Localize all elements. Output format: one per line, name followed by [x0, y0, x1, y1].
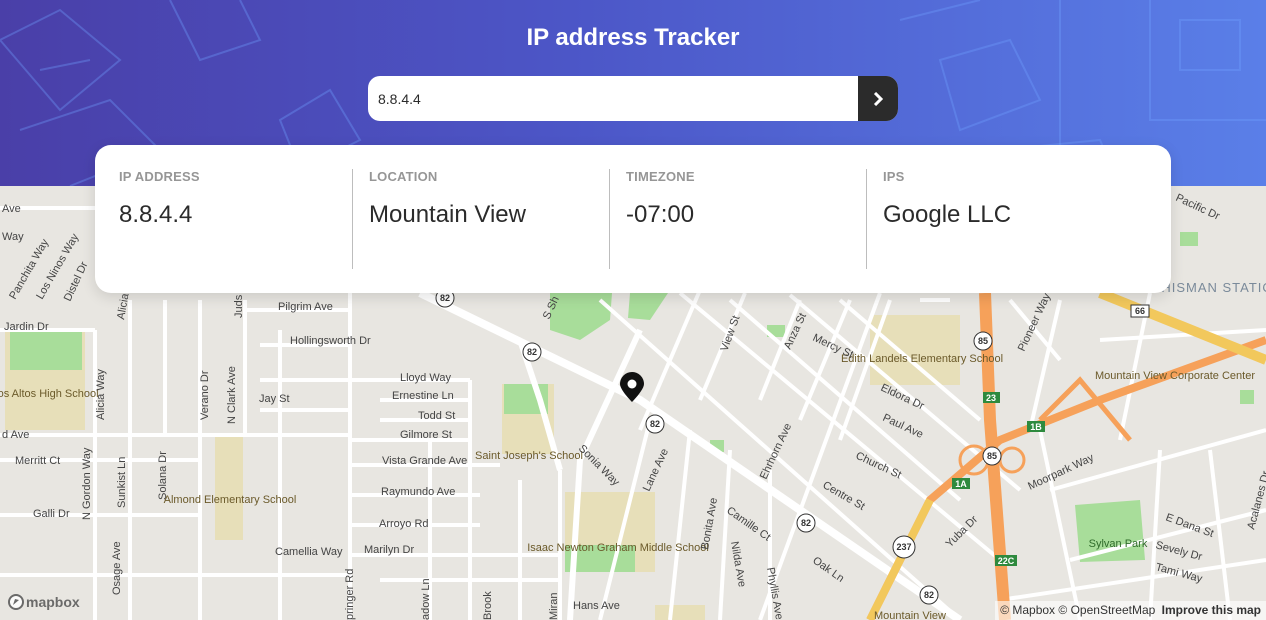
chevron-right-icon	[873, 91, 883, 106]
exit-1a: 1A	[952, 478, 970, 489]
street-hollingsworth-dr: Hollingsworth Dr	[290, 335, 371, 347]
street-n-clark-ave: N Clark Ave	[226, 366, 238, 424]
location-section: LOCATION Mountain View	[352, 169, 609, 269]
ip-address-section: IP ADDRESS 8.8.4.4	[95, 169, 352, 269]
street-ernestine-ln: Ernestine Ln	[392, 390, 454, 402]
street-pilgrim-ave: Pilgrim Ave	[278, 301, 333, 313]
timezone-section: TIMEZONE -07:00	[609, 169, 866, 269]
street-arroyo-rd: Arroyo Rd	[379, 518, 429, 530]
page-title: IP address Tracker	[526, 24, 740, 51]
svg-text:82: 82	[801, 518, 811, 528]
shield-82-e: 82	[919, 585, 939, 605]
street-galli-dr: Galli Dr	[33, 508, 70, 520]
svg-text:82: 82	[440, 293, 450, 303]
street-vista-grande-ave: Vista Grande Ave	[382, 455, 467, 467]
map-attribution: © Mapbox © OpenStreetMap Improve this ma…	[995, 601, 1266, 620]
mapbox-logo[interactable]: mapbox	[8, 594, 80, 610]
street-raymundo-ave: Raymundo Ave	[381, 486, 455, 498]
street-solana-dr: Solana Dr	[157, 451, 169, 500]
street-miran: Miran	[548, 592, 560, 620]
improve-map-link[interactable]: Improve this map	[1162, 603, 1261, 617]
almond-school-area	[215, 435, 243, 540]
ip-address-label: IP ADDRESS	[119, 169, 200, 184]
park-small-4	[1240, 390, 1254, 404]
svg-text:22C: 22C	[998, 556, 1015, 566]
shield-85-a: 85	[973, 331, 993, 351]
street-gilmore-st: Gilmore St	[400, 429, 452, 441]
shield-82-d: 82	[796, 513, 816, 533]
svg-text:82: 82	[650, 419, 660, 429]
mapbox-icon	[8, 594, 24, 610]
street-springer-rd: pringer Rd	[344, 569, 356, 620]
svg-text:237: 237	[896, 542, 911, 552]
svg-text:82: 82	[924, 590, 934, 600]
street-jay-st: Jay St	[259, 393, 290, 405]
street-n-gordon-way: N Gordon Way	[81, 447, 93, 520]
park-small-3	[1180, 232, 1198, 246]
info-card: IP ADDRESS 8.8.4.4 LOCATION Mountain Vie…	[95, 145, 1171, 293]
place-saint-josephs-school: Saint Joseph's School	[475, 450, 583, 462]
svg-text:85: 85	[987, 451, 997, 461]
svg-text:1A: 1A	[955, 479, 967, 489]
svg-text:85: 85	[978, 336, 988, 346]
street-jardin-dr: Jardin Dr	[4, 321, 49, 333]
street-adow-ln: adow Ln	[420, 578, 432, 620]
svg-text:82: 82	[527, 347, 537, 357]
isp-value: Google LLC	[883, 201, 1012, 228]
shield-82-b: 82	[522, 342, 542, 362]
place-almond-elementary-school: Almond Elementary School	[164, 494, 297, 506]
street-hans-ave: Hans Ave	[573, 600, 620, 612]
exit-22c: 22C	[995, 555, 1017, 566]
shield-85-b: 85	[982, 446, 1002, 466]
submit-button[interactable]	[858, 76, 898, 121]
ip-address-value: 8.8.4.4	[119, 201, 193, 228]
timezone-value: -07:00	[626, 201, 695, 228]
street-merritt-ct: Merritt Ct	[15, 455, 60, 467]
street-camellia-way: Camellia Way	[275, 546, 343, 558]
svg-text:66: 66	[1135, 306, 1145, 316]
svg-text:1B: 1B	[1030, 422, 1042, 432]
shield-66: 66	[1130, 304, 1150, 318]
street-marilyn-dr: Marilyn Dr	[364, 544, 414, 556]
shield-82-c: 82	[645, 414, 665, 434]
sylvan-park-area	[1075, 500, 1145, 562]
svg-text:23: 23	[986, 393, 996, 403]
attribution-mapbox-link[interactable]: © Mapbox	[1000, 603, 1055, 617]
isp-label: IPS	[883, 169, 905, 184]
location-value: Mountain View	[369, 201, 526, 228]
place-isaac-newton-graham-middle-school: Isaac Newton Graham Middle School	[527, 542, 709, 554]
los-altos-high-school-field	[10, 330, 82, 370]
street-juds: Juds	[233, 294, 245, 318]
isp-section: IPS Google LLC	[866, 169, 1123, 269]
shield-237: 237	[892, 535, 916, 559]
ip-search-input[interactable]	[368, 76, 858, 121]
street-lloyd-way: Lloyd Way	[400, 372, 451, 384]
street-todd-st: Todd St	[418, 410, 455, 422]
street-osage-ave: Osage Ave	[111, 541, 123, 595]
mapbox-logo-text: mapbox	[26, 594, 80, 610]
place-mountain-view: Mountain View	[874, 610, 946, 620]
park-small-5	[655, 605, 705, 620]
place-mountain-view-corporate-center: Mountain View Corporate Center	[1095, 370, 1255, 382]
street-verano-dr: Verano Dr	[199, 370, 211, 420]
location-label: LOCATION	[369, 169, 438, 184]
attribution-osm-link[interactable]: © OpenStreetMap	[1058, 603, 1155, 617]
street-d-ave: d Ave	[2, 429, 29, 441]
place-los-altos-high-school: Los Altos High School	[0, 388, 99, 400]
street-sunkist-ln: Sunkist Ln	[116, 457, 128, 508]
exit-23: 23	[983, 392, 1000, 403]
timezone-label: TIMEZONE	[626, 169, 695, 184]
search-bar	[368, 76, 898, 121]
street-ave: Ave	[2, 203, 21, 215]
place-sylvan-park: Sylvan Park	[1089, 538, 1148, 550]
street-alicia-way: Alicia Way	[95, 369, 107, 420]
street-brook: Brook	[482, 591, 494, 620]
exit-1b: 1B	[1027, 421, 1045, 432]
place-edith-landels-elementary-school: Edith Landels Elementary School	[841, 353, 1003, 365]
street-way: Way	[2, 231, 24, 243]
